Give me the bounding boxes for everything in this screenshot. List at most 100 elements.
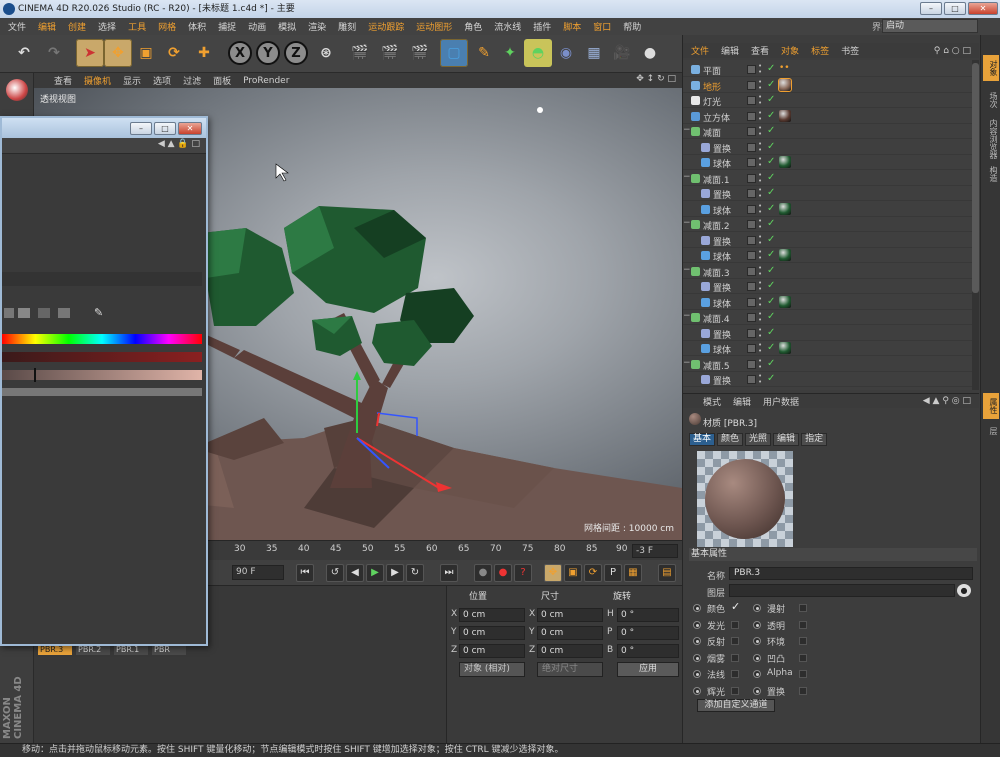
viewport-menu-options[interactable]: 选项 (153, 74, 171, 87)
add-tool-icon[interactable]: ✚ (190, 39, 218, 67)
tab-color[interactable]: 颜色 (717, 433, 744, 446)
tab-basic[interactable]: 基本 (689, 433, 716, 446)
visibility-dots-icon[interactable]: • • (758, 295, 762, 308)
object-row[interactable]: 立方体 • • ✓ (683, 109, 973, 124)
material-tag-icon[interactable] (779, 342, 791, 354)
coordinate-mode-dropdown[interactable]: 对象 (相对) (459, 662, 525, 677)
object-name[interactable]: 减面.4 (703, 312, 730, 325)
layer-color-icon[interactable] (747, 344, 756, 353)
enabled-check-icon[interactable]: ✓ (767, 187, 775, 198)
go-to-end-icon[interactable]: ⏭ (440, 564, 458, 582)
array-icon[interactable]: ◓ (524, 39, 552, 67)
enabled-check-icon[interactable]: ✓ (767, 327, 775, 338)
material-tag-icon[interactable] (779, 295, 791, 308)
floor-icon[interactable]: ▦ (580, 39, 608, 67)
position-z-field[interactable]: 0 cm (459, 644, 525, 658)
menu-snap[interactable]: 捕捉 (218, 20, 236, 33)
attr-menu-mode[interactable]: 模式 (703, 395, 721, 408)
channel-checkbox[interactable]: ✓ (731, 601, 740, 612)
maximize-button[interactable]: □ (944, 2, 966, 15)
pen-spline-icon[interactable]: ✎ (470, 39, 498, 67)
layout-dropdown[interactable]: 启动 (882, 19, 978, 33)
render-picture-viewer-icon[interactable]: 🎬 (376, 39, 404, 67)
viewport-menu-prorender[interactable]: ProRender (243, 76, 289, 86)
layer-color-icon[interactable] (747, 173, 756, 183)
visibility-dots-icon[interactable]: • • (758, 156, 762, 169)
visibility-dots-icon[interactable]: • • (758, 280, 762, 293)
rotation-b-field[interactable]: 0 ° (617, 644, 679, 658)
previous-key-icon[interactable]: ↺ (326, 564, 344, 582)
object-name[interactable]: 球体 (713, 157, 731, 170)
layer-color-icon[interactable] (747, 328, 756, 338)
visibility-dots-icon[interactable]: • • (758, 140, 762, 153)
position-y-field[interactable]: 0 cm (459, 626, 525, 640)
object-row[interactable]: 球体 • • ✓ (683, 248, 973, 263)
menu-help[interactable]: 帮助 (623, 20, 641, 33)
tab-assign[interactable]: 指定 (801, 433, 828, 446)
record-disabled-icon[interactable]: ● (474, 564, 492, 582)
material-tag-icon[interactable] (779, 249, 791, 261)
color-window-maximize-button[interactable]: □ (154, 122, 176, 135)
hue-slider[interactable] (2, 334, 202, 344)
visibility-dots-icon[interactable]: • • (758, 373, 762, 386)
collapse-toggle-icon[interactable]: − (683, 358, 691, 368)
layer-color-icon[interactable] (747, 204, 756, 214)
object-name[interactable]: 球体 (713, 297, 731, 310)
material-tag-icon[interactable] (779, 109, 791, 122)
visibility-dots-icon[interactable]: • • (758, 326, 762, 339)
layer-color-icon[interactable] (747, 313, 756, 322)
scale-tool-icon[interactable]: ▣ (132, 39, 160, 67)
material-name-field[interactable]: PBR.3 (729, 567, 973, 580)
layer-color-icon[interactable] (747, 220, 756, 229)
object-row[interactable]: 球体 • • ✓ (683, 295, 973, 310)
enabled-check-icon[interactable]: ✓ (767, 141, 775, 152)
key-scale-icon[interactable]: ▣ (564, 564, 582, 582)
object-name[interactable]: 球体 (713, 343, 731, 356)
enabled-check-icon[interactable]: ✓ (767, 373, 775, 384)
side-tab-attributes[interactable]: 属性 (983, 393, 999, 419)
menu-render[interactable]: 渲染 (308, 20, 326, 33)
size-z-field[interactable]: 0 cm (537, 644, 603, 658)
object-name[interactable]: 减面.5 (703, 359, 730, 372)
object-name[interactable]: 灯光 (703, 95, 721, 108)
object-row[interactable]: 减面 • • ✓ − (683, 124, 973, 139)
minimize-button[interactable]: – (920, 2, 942, 15)
collapse-toggle-icon[interactable]: − (683, 125, 691, 135)
color-wheel-icon[interactable] (4, 308, 14, 318)
layer-color-icon[interactable] (747, 359, 756, 369)
deformer-icon[interactable]: ◉ (552, 39, 580, 67)
object-name[interactable]: 平面 (703, 64, 721, 77)
visibility-dots-icon[interactable]: • • (758, 311, 762, 324)
object-name[interactable]: 球体 (713, 204, 731, 217)
menu-pipeline[interactable]: 流水线 (494, 20, 521, 33)
viewport-menu-view[interactable]: 查看 (54, 74, 72, 87)
light-bulb-icon[interactable]: ● (636, 39, 664, 67)
side-tab-structure[interactable]: 构造 (983, 161, 999, 187)
side-tab-objects[interactable]: 对象 (983, 55, 999, 81)
object-row[interactable]: 置换 • • ✓ (683, 186, 973, 201)
record-active-objects-icon[interactable]: ● (494, 564, 512, 582)
channel-radio[interactable] (693, 653, 701, 662)
key-parameter-icon[interactable]: P (604, 564, 622, 582)
previous-frame-icon[interactable]: ◀ (346, 564, 364, 582)
viewport-menu-camera[interactable]: 摄像机 (84, 74, 111, 87)
side-tab-takes[interactable]: 场次 (983, 87, 999, 113)
layer-color-icon[interactable] (747, 158, 756, 167)
visibility-dots-icon[interactable]: • • (758, 187, 762, 200)
object-row[interactable]: 置换 • • ✓ (683, 279, 973, 294)
visibility-dots-icon[interactable]: • • (758, 63, 762, 76)
material-tag-icon[interactable] (779, 156, 791, 168)
color-window-minimize-button[interactable]: – (130, 122, 152, 135)
object-name[interactable]: 地形 (703, 80, 721, 93)
enabled-check-icon[interactable]: ✓ (767, 63, 775, 74)
subdivision-icon[interactable]: ✦ (496, 39, 524, 67)
object-name[interactable]: 减面 (703, 126, 721, 139)
collapse-toggle-icon[interactable]: − (683, 265, 691, 275)
key-rotation-icon[interactable]: ⟳ (584, 564, 602, 582)
object-row[interactable]: 减面.4 • • ✓ − (683, 310, 973, 325)
enabled-check-icon[interactable]: ✓ (767, 311, 775, 322)
live-selection-icon[interactable]: ➤ (76, 39, 104, 67)
menu-script[interactable]: 脚本 (563, 20, 581, 33)
channel-radio[interactable] (753, 653, 761, 662)
side-tab-content-browser[interactable]: 内容浏览器 (983, 119, 999, 159)
